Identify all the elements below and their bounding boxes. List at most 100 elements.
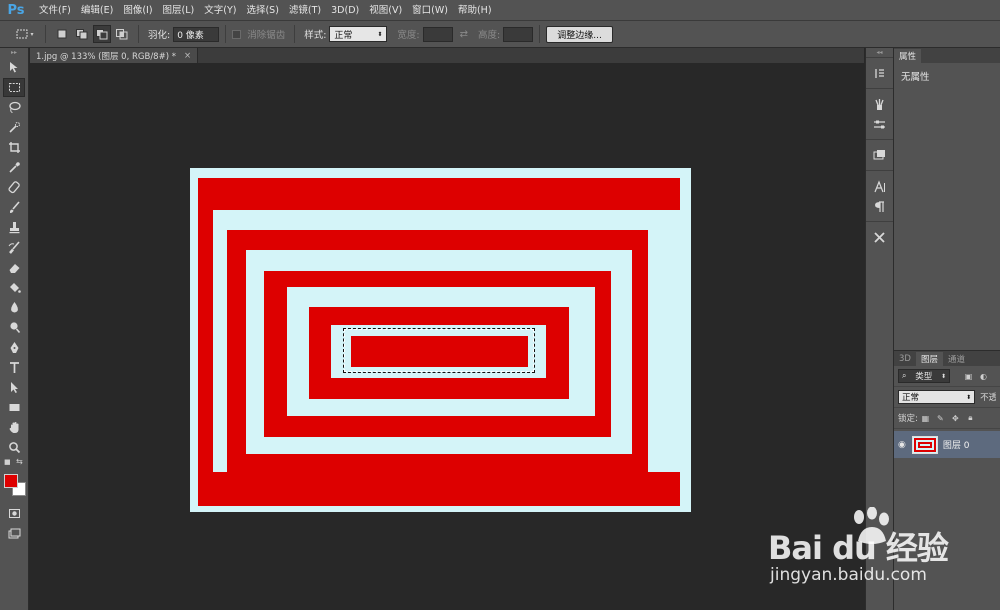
properties-tab-bar: 属性 (894, 48, 1000, 63)
menu-help[interactable]: 帮助(H) (453, 0, 497, 21)
dodge-tool-icon[interactable] (3, 318, 25, 337)
feather-label: 羽化: (148, 30, 171, 41)
healing-brush-tool-icon[interactable] (3, 178, 25, 197)
blend-mode-select[interactable]: 正常 ⬍ (898, 390, 976, 404)
zoom-tool-icon[interactable] (3, 438, 25, 457)
document-canvas[interactable] (190, 168, 691, 512)
opacity-label: 不透 (980, 393, 996, 403)
layer-thumbnail (911, 435, 938, 454)
menu-file[interactable]: 文件(F) (34, 0, 76, 21)
foreground-color-swatch[interactable] (4, 474, 18, 488)
filter-kind-select[interactable]: ⌕ 类型 ⬍ (898, 369, 950, 383)
panel-grip-icon[interactable]: ◂◂ (866, 48, 893, 57)
menu-edit[interactable]: 编辑(E) (76, 0, 118, 21)
layer-row[interactable]: ◉ 图层 0 (894, 431, 1000, 458)
intersect-selection-button[interactable] (113, 25, 131, 43)
width-label: 宽度: (397, 30, 420, 41)
path-select-tool-icon[interactable] (3, 378, 25, 397)
tab-channels[interactable]: 通道 (943, 352, 970, 366)
panel-grip-icon[interactable]: ▸▸ (0, 48, 28, 57)
paint-bucket-tool-icon[interactable] (3, 278, 25, 297)
lock-all-icon[interactable]: 🔒︎ (966, 413, 975, 423)
style-select-value: 正常 (334, 30, 353, 41)
style-select[interactable]: 正常 ⬍ (329, 26, 388, 42)
new-selection-button[interactable] (53, 25, 71, 43)
menu-filter[interactable]: 滤镜(T) (284, 0, 326, 21)
quick-select-tool-icon[interactable] (3, 118, 25, 137)
menu-view[interactable]: 视图(V) (364, 0, 407, 21)
screen-mode-icon[interactable] (3, 524, 25, 543)
menu-3d[interactable]: 3D(D) (326, 0, 364, 21)
lock-position-icon[interactable]: ✥ (951, 414, 960, 423)
filter-image-icon[interactable]: ▣ (964, 372, 973, 381)
brush-tool-icon[interactable] (3, 198, 25, 217)
blur-tool-icon[interactable] (3, 298, 25, 317)
close-tab-icon[interactable]: × (184, 51, 191, 61)
antialias-checkbox[interactable] (232, 29, 242, 39)
tool-preset-picker[interactable]: ▾ (12, 25, 38, 43)
layer-comps-icon[interactable] (870, 146, 890, 164)
tab-3d[interactable]: 3D (894, 352, 916, 366)
eye-visibility-icon[interactable]: ◉ (898, 440, 906, 450)
history-panel-icon[interactable] (870, 64, 890, 82)
menu-type[interactable]: 文字(Y) (199, 0, 241, 21)
tab-layers[interactable]: 图层 (915, 352, 943, 366)
right-panels: 属性 无属性 3D 图层 通道 ⌕ 类型 ⬍ ▣ ◐ 正常 ⬍ 不透 锁定: ▦… (894, 48, 1000, 610)
swap-colors-icon[interactable]: ⇆ (16, 457, 23, 466)
brush-presets-icon[interactable] (870, 95, 890, 113)
paragraph-panel-icon[interactable] (870, 197, 890, 215)
menu-window[interactable]: 窗口(W) (407, 0, 453, 21)
refine-edge-button[interactable]: 调整边缘... (546, 25, 613, 43)
eraser-tool-icon[interactable] (3, 258, 25, 277)
subtract-selection-icon (96, 28, 108, 39)
history-brush-tool-icon[interactable] (3, 238, 25, 257)
pen-tool-icon[interactable] (3, 338, 25, 357)
chevron-updown-icon: ⬍ (377, 30, 383, 38)
document-tab[interactable]: 1.jpg @ 133% (图层 0, RGB/8#) * × (30, 48, 199, 63)
canvas-area[interactable] (30, 63, 864, 610)
subtract-selection-button[interactable] (93, 25, 111, 43)
document-tab-title: 1.jpg @ 133% (图层 0, RGB/8#) * (36, 51, 176, 62)
ps-logo-icon: Ps (7, 2, 25, 18)
separator (45, 25, 46, 43)
strip-group-type (866, 170, 893, 221)
move-tool-icon[interactable] (3, 58, 25, 77)
rect-marquee-tool-icon[interactable] (3, 78, 25, 97)
strip-group-adjust (866, 88, 893, 139)
eyedropper-tool-icon[interactable] (3, 158, 25, 177)
clone-stamp-tool-icon[interactable] (3, 218, 25, 237)
type-tool-icon[interactable] (3, 358, 25, 377)
lock-image-icon[interactable]: ✎ (936, 414, 945, 423)
tab-properties[interactable]: 属性 (894, 49, 922, 63)
tool-presets-icon[interactable] (870, 115, 890, 133)
no-properties-text: 无属性 (901, 72, 930, 83)
width-input[interactable] (422, 26, 453, 42)
hand-tool-icon[interactable] (3, 418, 25, 437)
crop-tool-icon[interactable] (3, 138, 25, 157)
strip-group-layers (866, 139, 893, 170)
lasso-tool-icon[interactable] (3, 98, 25, 117)
swap-icon[interactable]: ⇄ (460, 29, 468, 40)
menu-bar: Ps 文件(F) 编辑(E) 图像(I) 图层(L) 文字(Y) 选择(S) 滤… (0, 0, 1000, 21)
add-selection-button[interactable] (73, 25, 91, 43)
chevron-down-icon: ▾ (30, 30, 34, 38)
blend-mode-row: 正常 ⬍ 不透 (894, 387, 1000, 408)
height-input[interactable] (503, 26, 534, 42)
quick-mask-icon[interactable] (3, 504, 25, 523)
character-panel-icon[interactable] (870, 177, 890, 195)
menu-image[interactable]: 图像(I) (118, 0, 157, 21)
marquee-selection[interactable] (343, 328, 535, 373)
strip-group-history (866, 57, 893, 88)
menu-layer[interactable]: 图层(L) (158, 0, 200, 21)
tools-panel: ▸▸ ■ ⇆ (0, 48, 29, 610)
chevron-updown-icon: ⬍ (940, 372, 946, 380)
menu-select[interactable]: 选择(S) (241, 0, 283, 21)
search-icon: ⌕ (902, 371, 907, 380)
tools-panel-icon[interactable] (870, 228, 890, 246)
default-colors-icon[interactable]: ■ (4, 458, 11, 466)
filter-adjustment-icon[interactable]: ◐ (979, 372, 988, 381)
separator (294, 25, 296, 43)
rectangle-tool-icon[interactable] (3, 398, 25, 417)
feather-input[interactable]: 0 像素 (173, 26, 220, 42)
lock-transparent-icon[interactable]: ▦ (921, 414, 930, 423)
